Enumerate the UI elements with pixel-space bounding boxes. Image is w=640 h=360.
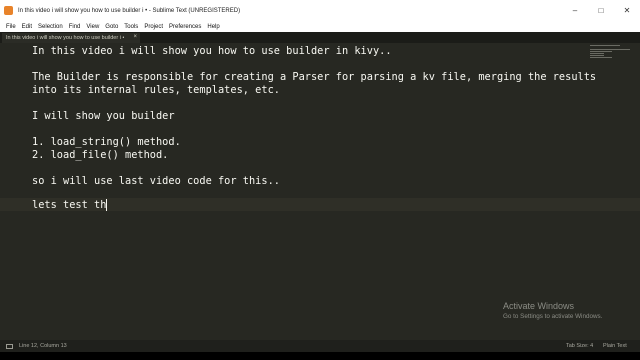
panel-toggle-icon[interactable]: [6, 343, 13, 349]
menu-help[interactable]: Help: [204, 24, 222, 30]
window-title: In this video i will show you how to use…: [18, 7, 241, 14]
activate-windows-title: Activate Windows: [503, 301, 575, 311]
menu-goto[interactable]: Goto: [102, 24, 121, 30]
menu-tools[interactable]: Tools: [121, 24, 141, 30]
cursor-position: Line 12, Column 13: [19, 343, 67, 349]
minimap-line: [590, 45, 620, 46]
status-bar: Line 12, Column 13 Tab Size: 4 Plain Tex…: [0, 340, 640, 352]
menu-find[interactable]: Find: [66, 24, 84, 30]
menu-edit[interactable]: Edit: [19, 24, 35, 30]
tab-size-selector[interactable]: Tab Size: 4: [566, 343, 593, 349]
tab-close-icon[interactable]: ×: [133, 34, 137, 40]
menu-selection[interactable]: Selection: [35, 24, 66, 30]
sublime-window: In this video i will show you how to use…: [0, 0, 640, 360]
close-icon[interactable]: ✕: [614, 0, 640, 21]
line-number-gutter: [0, 43, 24, 340]
minimap-line: [590, 49, 630, 50]
minimize-icon[interactable]: –: [562, 0, 588, 21]
line-text: In this video i will show you how to use…: [32, 45, 392, 57]
activate-windows-subtitle: Go to Settings to activate Windows.: [503, 313, 603, 320]
line-text: into its internal rules, templates, etc.: [32, 84, 280, 96]
minimap[interactable]: [590, 45, 630, 65]
tab-bar: In this video i will show you how to use…: [0, 32, 640, 43]
activate-windows-watermark: Activate Windows Go to Settings to activ…: [503, 301, 602, 320]
minimap-line: [590, 57, 612, 58]
minimap-line: [590, 51, 612, 52]
menu-bar: File Edit Selection Find View Goto Tools…: [0, 21, 640, 32]
minimap-line: [590, 53, 604, 54]
sublime-text-icon: [4, 6, 13, 15]
title-bar[interactable]: In this video i will show you how to use…: [0, 0, 640, 21]
bottom-letterbox: [0, 352, 640, 360]
line-text: 1. load_string() method.: [32, 136, 181, 148]
line-text: 2. load_file() method.: [32, 149, 169, 161]
line-text: The Builder is responsible for creating …: [32, 71, 597, 83]
menu-view[interactable]: View: [83, 24, 102, 30]
menu-preferences[interactable]: Preferences: [166, 24, 204, 30]
editor-area[interactable]: 1 In this video i will show you how to u…: [0, 43, 640, 340]
maximize-icon[interactable]: □: [588, 0, 614, 21]
text-cursor: [106, 199, 107, 211]
line-text: so i will use last video code for this..: [32, 175, 280, 187]
menu-project[interactable]: Project: [141, 24, 166, 30]
syntax-selector[interactable]: Plain Text: [603, 343, 627, 349]
menu-file[interactable]: File: [0, 24, 19, 30]
file-tab[interactable]: In this video i will show you how to use…: [2, 33, 140, 43]
file-tab-label: In this video i will show you how to use…: [6, 35, 125, 41]
line-text: I will show you builder: [32, 110, 175, 122]
line-text: lets test th: [32, 199, 107, 211]
minimap-line: [590, 55, 604, 56]
window-controls: – □ ✕: [562, 0, 640, 21]
